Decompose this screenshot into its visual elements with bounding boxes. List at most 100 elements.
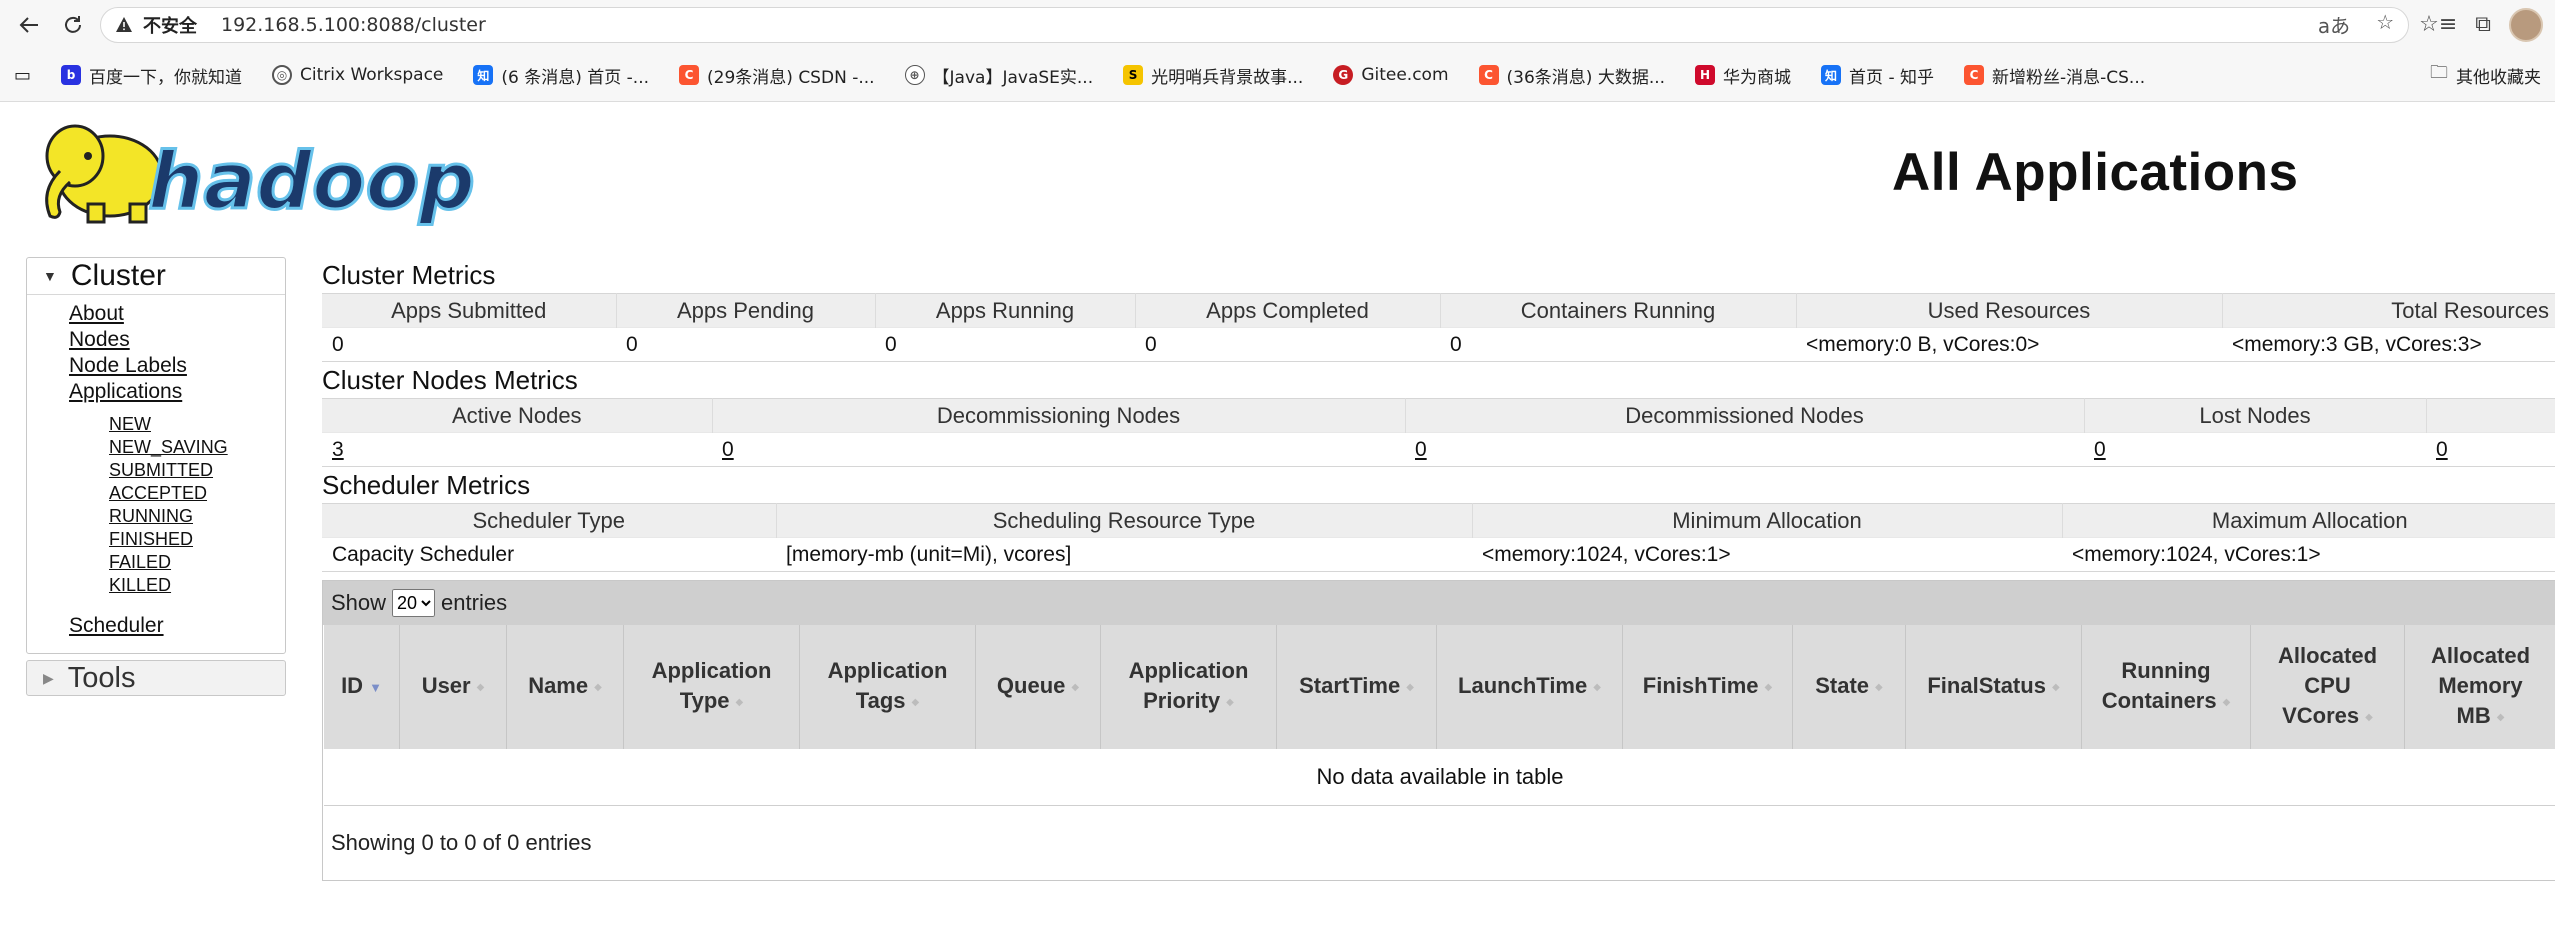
- nodes-extra-link[interactable]: 0: [2436, 438, 2448, 461]
- bookmark-item[interactable]: 知 首页 - 知乎: [1821, 63, 1934, 88]
- bookmark-item[interactable]: b 百度一下，你就知道: [61, 63, 242, 88]
- vmall-icon: H: [1695, 65, 1716, 85]
- applications-table: ID ▼ User ◆ Name ◆ Application Type ◆ Applic…: [323, 625, 2555, 806]
- sort-icon: ◆: [2051, 681, 2060, 693]
- bookmark-label: 新增粉丝-消息-CS...: [1992, 67, 2146, 88]
- app-state-new[interactable]: NEW: [109, 413, 285, 436]
- sort-icon: ◆: [1875, 681, 1883, 693]
- svg-text:hadoop: hadoop: [148, 137, 475, 226]
- bookmark-item[interactable]: ◎ Citrix Workspace: [272, 65, 443, 85]
- warning-icon: [115, 16, 133, 34]
- cluster-panel: ▼ Cluster About Nodes Node Labels Applic…: [26, 257, 286, 654]
- col-header: [2426, 398, 2555, 433]
- sort-icon: ◆: [594, 681, 602, 693]
- bookmark-item[interactable]: 知 (6 条消息) 首页 -...: [473, 63, 649, 88]
- folder-label: 其他收藏夹: [2456, 67, 2541, 88]
- col-header-state[interactable]: State ◆: [1792, 625, 1906, 749]
- col-header-finishtime[interactable]: FinishTime ◆: [1622, 625, 1793, 749]
- bookmark-item[interactable]: C (36条消息) 大数据...: [1478, 63, 1665, 88]
- reload-button[interactable]: [56, 8, 90, 42]
- app-state-running[interactable]: RUNNING: [109, 505, 285, 528]
- csdn-icon: C: [1478, 65, 1499, 85]
- tools-panel-header[interactable]: ▶ Tools: [26, 660, 286, 696]
- baidu-icon: b: [61, 65, 82, 85]
- url-text[interactable]: 192.168.5.100:8088/cluster: [221, 14, 486, 36]
- favorites-list-icon[interactable]: ☆≡: [2419, 12, 2457, 37]
- col-header: Lost Nodes: [2084, 398, 2427, 433]
- entries-length-bar: Show 20 entries: [323, 581, 2555, 625]
- decommissioned-nodes-link[interactable]: 0: [1415, 438, 1427, 461]
- col-header-launchtime[interactable]: LaunchTime ◆: [1436, 625, 1623, 749]
- metric-value: Capacity Scheduler: [322, 537, 776, 572]
- col-header-finalstatus[interactable]: FinalStatus ◆: [1905, 625, 2082, 749]
- back-button[interactable]: [12, 8, 46, 42]
- sort-icon: ◆: [1764, 681, 1773, 693]
- col-header: Maximum Allocation: [2062, 503, 2555, 538]
- bookmark-item[interactable]: C 新增粉丝-消息-CS...: [1964, 63, 2145, 88]
- bookmark-item[interactable]: S 光明哨兵背景故事...: [1123, 63, 1303, 88]
- show-label: Show: [331, 590, 387, 615]
- csdn-icon: C: [1964, 65, 1984, 85]
- table-info: Showing 0 to 0 of 0 entries: [331, 829, 592, 855]
- col-header-running-containers[interactable]: Running Containers ◆: [2081, 625, 2251, 749]
- bookmark-item[interactable]: G Gitee.com: [1333, 65, 1449, 85]
- sidebar-link-about[interactable]: About: [69, 301, 285, 327]
- col-header: Apps Completed: [1135, 293, 1441, 328]
- sort-icon: ◆: [2496, 711, 2505, 723]
- col-header-allocated-cpu-vcores[interactable]: Allocated CPU VCores ◆: [2250, 625, 2405, 749]
- applications-table-wrapper: Show 20 entries ID ▼ User ◆ Name ◆ Applicat…: [322, 580, 2555, 881]
- app-state-submitted[interactable]: SUBMITTED: [109, 459, 285, 482]
- col-header-name[interactable]: Name ◆: [506, 625, 624, 749]
- metric-value: 0: [1440, 327, 1796, 362]
- folder-icon: 🗀: [2430, 62, 2448, 83]
- gitee-icon: G: [1333, 65, 1354, 85]
- cluster-header[interactable]: ▼ Cluster: [27, 258, 285, 295]
- app-state-new-saving[interactable]: NEW_SAVING: [109, 436, 285, 459]
- other-bookmarks-folder[interactable]: 🗀 其他收藏夹: [2430, 60, 2541, 90]
- sidebar-link-scheduler[interactable]: Scheduler: [69, 613, 285, 639]
- app-state-accepted[interactable]: ACCEPTED: [109, 482, 285, 505]
- avatar[interactable]: [2509, 7, 2543, 42]
- address-bar[interactable]: 不安全 192.168.5.100:8088/cluster aあ ☆: [100, 6, 2410, 43]
- bookmark-item[interactable]: C (29条消息) CSDN -...: [679, 63, 875, 88]
- sidebar-link-nodes[interactable]: Nodes: [69, 327, 285, 353]
- col-header-application-priority[interactable]: Application Priority ◆: [1100, 625, 1277, 749]
- app-state-killed[interactable]: KILLED: [109, 574, 285, 597]
- entries-label: entries: [441, 590, 508, 615]
- col-header-starttime[interactable]: StartTime ◆: [1276, 625, 1437, 749]
- col-header-application-type[interactable]: Application Type ◆: [623, 625, 800, 749]
- col-header: Used Resources: [1796, 293, 2223, 328]
- sort-icon: ◆: [1226, 696, 1234, 708]
- col-header-application-tags[interactable]: Application Tags ◆: [799, 625, 976, 749]
- elephant-icon: hadoop: [45, 124, 477, 229]
- translate-icon[interactable]: aあ: [2318, 10, 2350, 39]
- app-state-finished[interactable]: FINISHED: [109, 528, 285, 551]
- active-nodes-link[interactable]: 3: [332, 438, 344, 461]
- metric-value: <memory:3 GB, vCores:3>: [2222, 327, 2555, 362]
- sidebar-link-applications[interactable]: Applications: [69, 379, 285, 405]
- collapsed-triangle-icon: ▶: [43, 669, 54, 686]
- col-header-id[interactable]: ID ▼: [323, 625, 400, 749]
- extensions-icon[interactable]: ⧉: [2475, 12, 2491, 37]
- favorite-star-icon[interactable]: ☆: [2376, 10, 2394, 39]
- zhihu-icon: 知: [1821, 65, 1842, 85]
- sidebar-link-node-labels[interactable]: Node Labels: [69, 353, 285, 379]
- hadoop-logo[interactable]: hadoop: [30, 116, 490, 229]
- bookmark-label: 【Java】JavaSE实...: [932, 67, 1094, 88]
- col-header: Decommissioned Nodes: [1405, 398, 2085, 433]
- app-state-failed[interactable]: FAILED: [109, 551, 285, 574]
- bookmark-item[interactable]: H 华为商城: [1695, 63, 1791, 88]
- metric-value: 0: [616, 327, 875, 362]
- lost-nodes-link[interactable]: 0: [2094, 438, 2106, 461]
- bookmark-label: Gitee.com: [1361, 65, 1449, 85]
- metric-value: <memory:0 B, vCores:0>: [1796, 327, 2222, 362]
- reading-list-icon[interactable]: ▭: [14, 65, 31, 86]
- page-size-select[interactable]: 20: [392, 589, 436, 617]
- col-header-allocated-memory-mb[interactable]: Allocated Memory MB ◆: [2404, 625, 2555, 749]
- csdn-icon: C: [679, 65, 700, 85]
- col-header: Scheduler Type: [322, 503, 777, 538]
- col-header-queue[interactable]: Queue ◆: [975, 625, 1101, 749]
- col-header-user[interactable]: User ◆: [399, 625, 507, 749]
- bookmark-item[interactable]: ⊕ 【Java】JavaSE实...: [904, 63, 1094, 88]
- decommissioning-nodes-link[interactable]: 0: [722, 438, 734, 461]
